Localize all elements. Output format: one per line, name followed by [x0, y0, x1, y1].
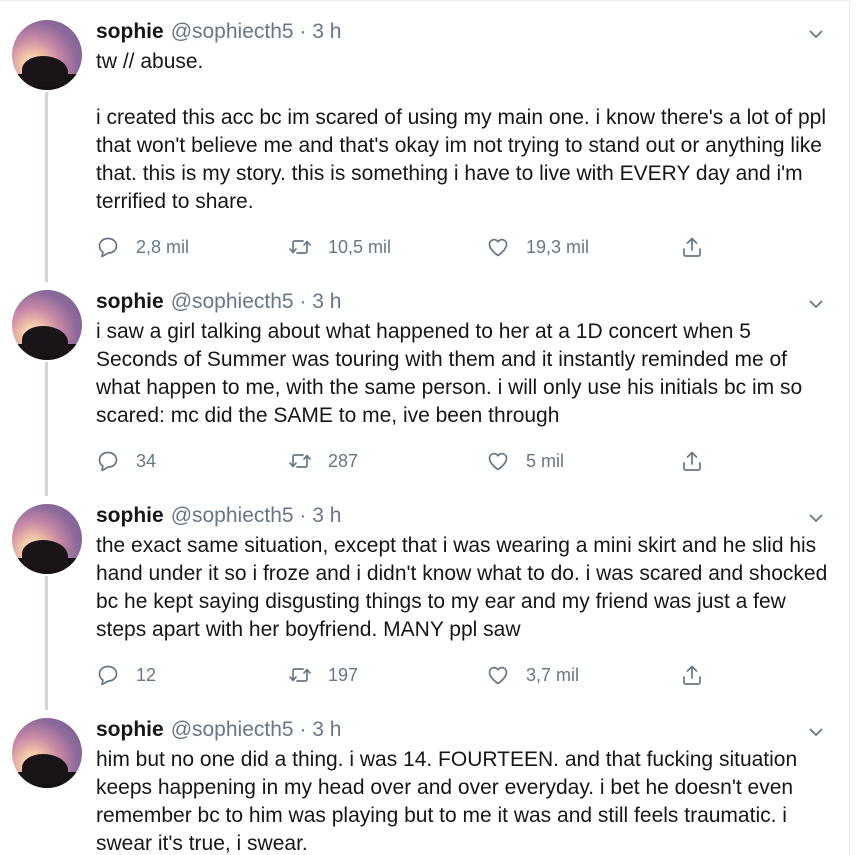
retweet-count: 287 [328, 450, 359, 471]
like-icon [488, 666, 508, 685]
reply-icon [98, 451, 118, 472]
chevron-down-icon[interactable] [808, 724, 824, 740]
share-icon [683, 451, 701, 471]
like-count: 3,7 mil [526, 664, 580, 685]
tweet[interactable]: sophie @sophiecth5 · 3 h tw // abuse. i … [0, 20, 849, 270]
display-name[interactable]: sophie [96, 290, 164, 314]
tweet-text: the exact same situation, except that i … [96, 534, 834, 641]
like-button[interactable]: 3,7 mil [486, 661, 579, 689]
display-name[interactable]: sophie [96, 718, 164, 742]
like-button[interactable]: 5 mil [486, 447, 564, 475]
like-icon [488, 452, 508, 471]
share-button[interactable] [680, 233, 704, 261]
display-name[interactable]: sophie [96, 20, 164, 44]
share-icon [683, 237, 701, 257]
retweet-count: 197 [328, 664, 359, 685]
retweet-icon [289, 454, 311, 468]
reply-count: 2,8 mil [136, 236, 190, 257]
reply-count: 34 [136, 450, 157, 471]
timeline-right-border [849, 0, 850, 855]
tweet-actions: 34 287 5 mil [96, 447, 716, 475]
share-button[interactable] [680, 447, 704, 475]
tweet[interactable]: sophie @sophiecth5 · 3 h the exact same … [0, 504, 849, 704]
retweet-count: 10,5 mil [328, 236, 392, 257]
avatar[interactable] [12, 504, 82, 574]
like-button[interactable]: 19,3 mil [486, 233, 589, 261]
tweet-actions: 2,8 mil 10,5 mil 19,3 mil [96, 233, 716, 261]
retweet-button[interactable]: 10,5 mil [288, 233, 391, 261]
retweet-button[interactable]: 287 [288, 447, 358, 475]
tweet-text: tw // abuse. i created this acc bc im sc… [96, 50, 827, 213]
reply-button[interactable]: 2,8 mil [96, 233, 189, 261]
share-icon [683, 665, 701, 685]
like-count: 5 mil [526, 450, 565, 471]
retweet-icon [289, 240, 311, 254]
reply-button[interactable]: 12 [96, 661, 156, 689]
timeline-top-border [0, 0, 849, 1]
tweet-header: sophie @sophiecth5 · 3 h [96, 290, 341, 316]
like-icon [488, 238, 508, 257]
handle-and-time[interactable]: @sophiecth5 · 3 h [171, 290, 342, 314]
chevron-down-icon[interactable] [808, 510, 824, 526]
share-button[interactable] [680, 661, 704, 689]
tweet[interactable]: sophie @sophiecth5 · 3 h i saw a girl ta… [0, 290, 849, 490]
avatar[interactable] [12, 290, 82, 360]
chevron-down-icon[interactable] [808, 296, 824, 312]
handle-and-time[interactable]: @sophiecth5 · 3 h [171, 20, 342, 44]
tweet-text: him but no one did a thing. i was 14. FO… [96, 748, 804, 855]
handle-and-time[interactable]: @sophiecth5 · 3 h [171, 504, 342, 528]
chevron-down-icon[interactable] [808, 26, 824, 42]
reply-icon [98, 665, 118, 686]
tweet-header: sophie @sophiecth5 · 3 h [96, 504, 341, 530]
tweet-header: sophie @sophiecth5 · 3 h [96, 20, 341, 46]
tweet-text: i saw a girl talking about what happened… [96, 320, 809, 427]
retweet-button[interactable]: 197 [288, 661, 358, 689]
retweet-icon [289, 668, 311, 682]
tweet[interactable]: sophie @sophiecth5 · 3 h him but no one … [0, 718, 849, 855]
tweet-actions: 12 197 3,7 mil [96, 661, 716, 689]
display-name[interactable]: sophie [96, 504, 164, 528]
avatar[interactable] [12, 20, 82, 90]
reply-icon [98, 237, 118, 258]
like-count: 19,3 mil [526, 236, 590, 257]
reply-count: 12 [136, 664, 157, 685]
tweet-header: sophie @sophiecth5 · 3 h [96, 718, 341, 744]
avatar[interactable] [12, 718, 82, 788]
handle-and-time[interactable]: @sophiecth5 · 3 h [171, 718, 342, 742]
reply-button[interactable]: 34 [96, 447, 156, 475]
